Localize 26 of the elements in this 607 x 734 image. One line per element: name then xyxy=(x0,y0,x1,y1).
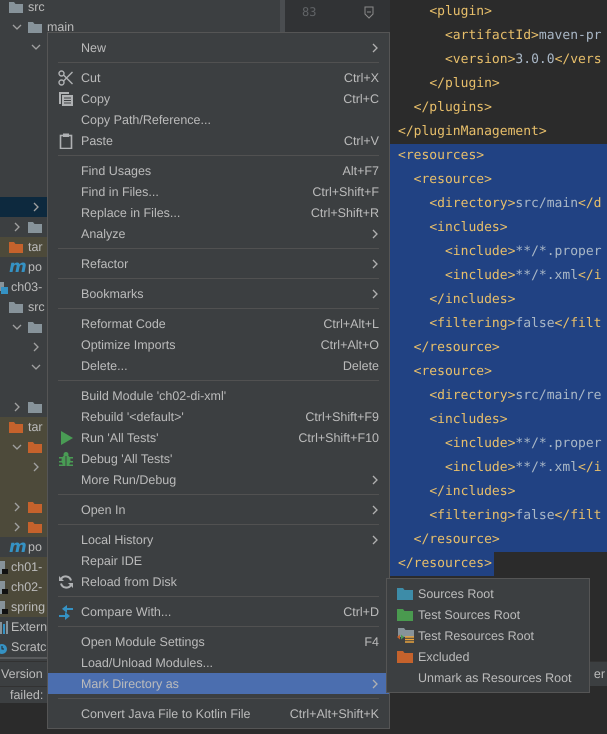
code-line: <artifactId>maven-pr xyxy=(444,27,602,45)
code-line: <resource> xyxy=(412,363,492,381)
code-line: <filtering>false</filt xyxy=(428,315,602,333)
code-line: <resource> xyxy=(412,171,492,189)
code-line: </resource> xyxy=(412,339,500,357)
code-line: <includes> xyxy=(428,411,508,429)
code-line: </resource> xyxy=(412,531,500,549)
code-line: </includes> xyxy=(428,483,516,501)
code-line: <resources> xyxy=(398,147,484,165)
code-line: <directory>src/main/re xyxy=(428,387,602,405)
maven-icon: m xyxy=(9,260,27,274)
status-message: failed: xyxy=(10,688,44,702)
code-line: </plugins> xyxy=(412,99,492,117)
code-line: </plugin> xyxy=(428,75,500,93)
maven-icon: m xyxy=(9,540,27,554)
code-line: <plugin> xyxy=(428,3,492,21)
code-line: <directory>src/main</d xyxy=(428,195,602,213)
code-line: <filtering>false</filt xyxy=(428,507,602,525)
code-line: <include>**/*.proper xyxy=(444,435,602,453)
code-line: </pluginManagement> xyxy=(398,123,547,141)
code-line: <include>**/*.proper xyxy=(444,243,602,261)
code-line: <version>3.0.0</vers xyxy=(444,51,602,69)
code-line: <include>**/*.xml</i xyxy=(444,267,602,285)
code-line: <includes> xyxy=(428,219,508,237)
code-line: </includes> xyxy=(428,291,516,309)
code-line: <include>**/*.xml</i xyxy=(444,459,602,477)
